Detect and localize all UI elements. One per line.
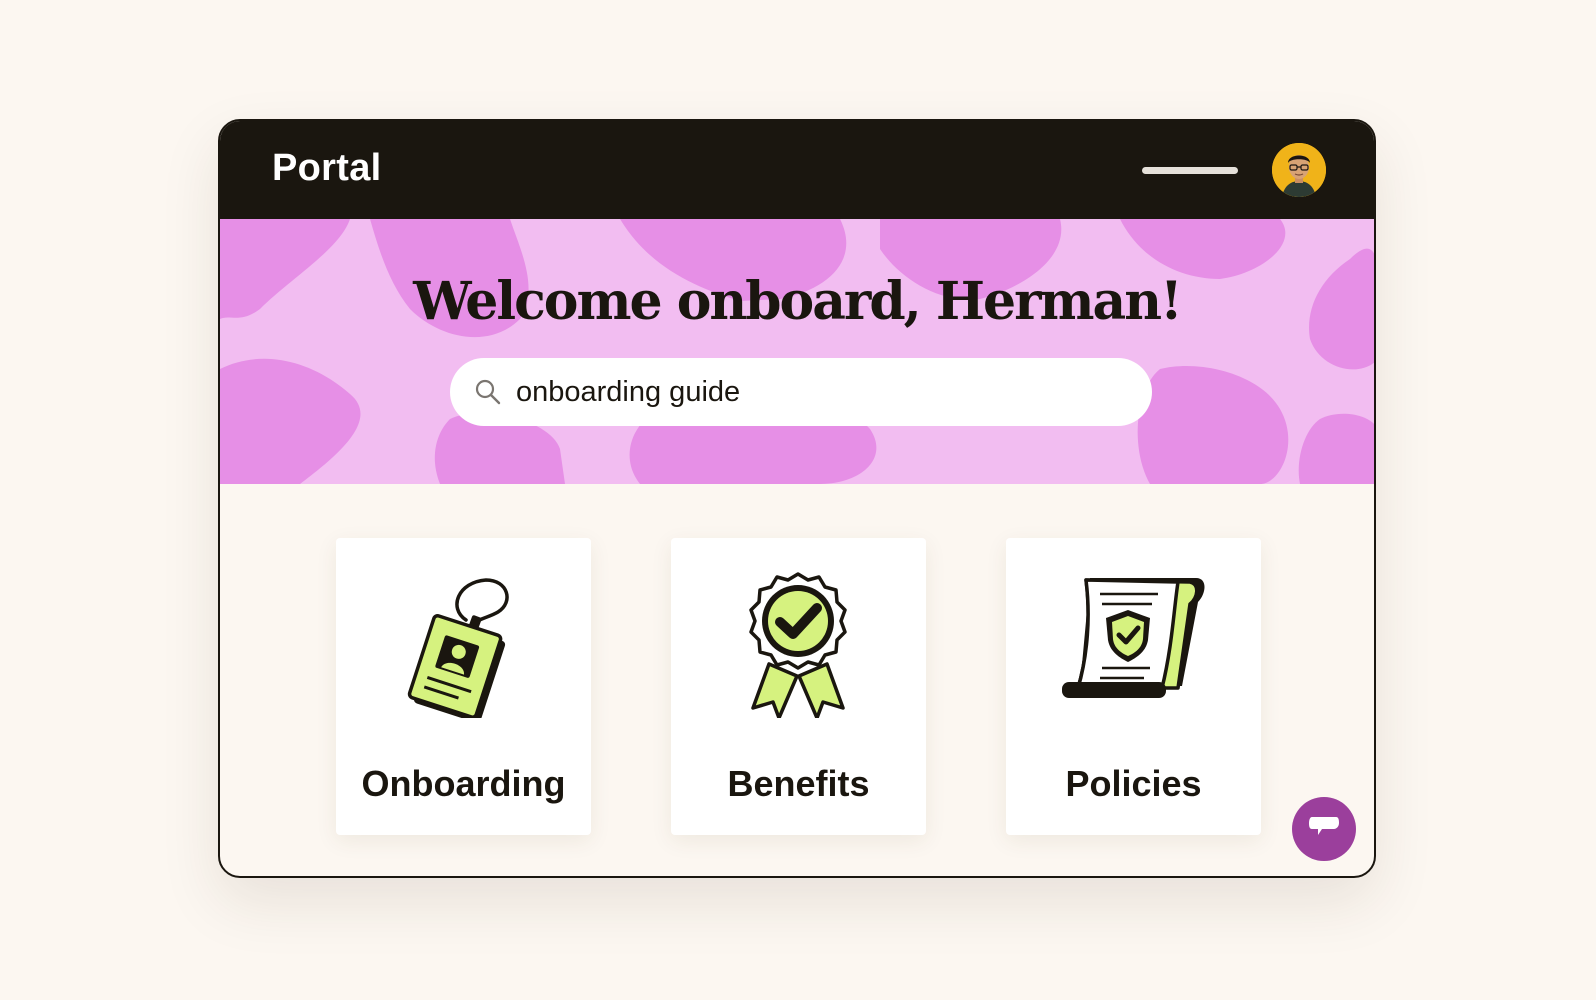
card-policies[interactable]: Policies (1006, 538, 1261, 835)
hero-pattern (220, 219, 1374, 484)
nav-menu-placeholder[interactable] (1142, 167, 1238, 174)
card-label-onboarding: Onboarding (361, 763, 566, 804)
card-label-benefits: Benefits (727, 763, 870, 804)
avatar[interactable] (1272, 143, 1326, 197)
welcome-headline: Welcome onboard, Herman! (413, 271, 1183, 332)
award-ribbon-icon (749, 572, 847, 718)
card-label-policies: Policies (1065, 763, 1202, 804)
search-icon (475, 379, 501, 405)
search-bar[interactable] (450, 358, 1152, 426)
chat-button[interactable] (1292, 797, 1356, 861)
top-bar: Portal (220, 121, 1374, 219)
id-badge-icon (407, 578, 509, 718)
brand-title[interactable]: Portal (272, 147, 382, 190)
hero-banner: Welcome onboard, Herman! (220, 219, 1374, 484)
person-photo-icon (1272, 143, 1326, 197)
policy-scroll-icon (1062, 578, 1205, 698)
card-onboarding[interactable]: Onboarding (336, 538, 591, 835)
search-input[interactable] (516, 358, 1116, 426)
card-benefits[interactable]: Benefits (671, 538, 926, 835)
chat-bubble-icon (1309, 817, 1339, 835)
portal-window: Portal Welcome onboard, Herman! onboardi… (218, 119, 1376, 878)
